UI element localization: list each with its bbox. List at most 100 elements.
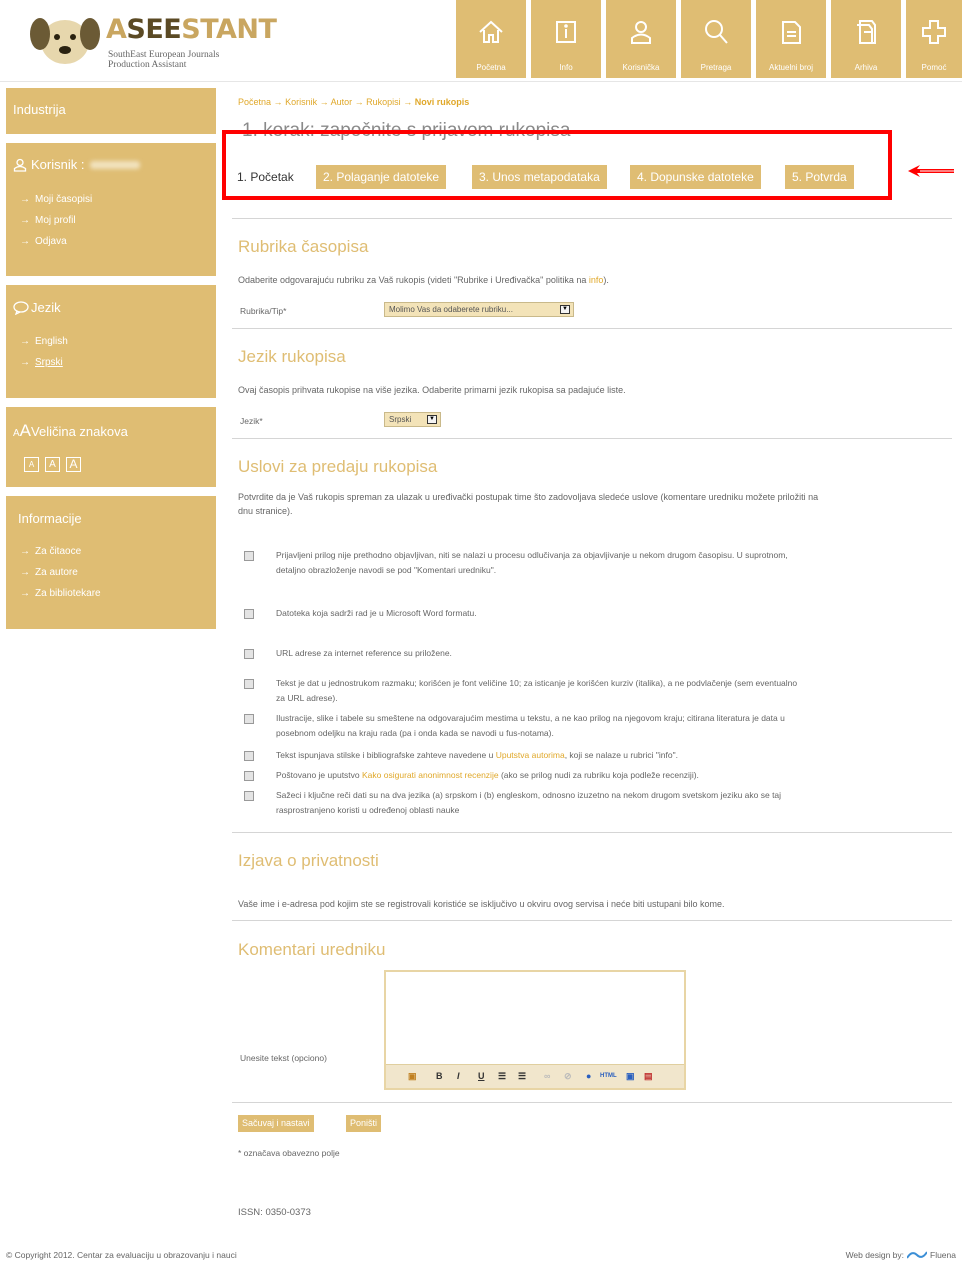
step-tab-5[interactable]: 5. Potvrda bbox=[785, 165, 854, 189]
comments-editor[interactable]: ▣ B I U ☰ ☰ ∞ ⊘ ● HTML ▣ ▤ bbox=[384, 970, 686, 1090]
underline-icon[interactable]: U bbox=[478, 1071, 485, 1081]
speech-bubble-icon bbox=[13, 300, 29, 315]
nav-current-issue[interactable]: Aktuelni broj bbox=[756, 0, 826, 78]
breadcrumb-current: Novi rukopis bbox=[414, 97, 470, 107]
link-icon[interactable]: ∞ bbox=[544, 1071, 550, 1081]
condition-1-text: Prijavljeni prilog nije prethodno objavl… bbox=[276, 550, 788, 575]
author-guidelines-link[interactable]: Uputstva autorima bbox=[496, 750, 565, 760]
search-icon bbox=[705, 20, 728, 44]
rubrika-label: Rubrika/Tip* bbox=[240, 306, 287, 316]
condition-4-text: Tekst je dat u jednostrukom razmaku; kor… bbox=[276, 678, 798, 703]
user-icon bbox=[13, 158, 27, 172]
help-icon[interactable]: ● bbox=[586, 1071, 591, 1081]
sidebar-link-my-journals[interactable]: → Moji časopisi bbox=[20, 194, 92, 205]
jezik-select[interactable]: Srpski ▼ bbox=[384, 412, 441, 427]
section-jezik-heading: Jezik rukopisa bbox=[238, 347, 346, 366]
nav-label: Pretraga bbox=[700, 63, 732, 72]
section-privatnost-text: Vaše ime i e-adresa pod kojim ste se reg… bbox=[238, 899, 725, 909]
username-blurred bbox=[90, 160, 141, 169]
chevron-down-icon: ▼ bbox=[560, 305, 570, 314]
section-uslovi-heading: Uslovi za predaju rukopisa bbox=[238, 457, 438, 476]
rubrika-select[interactable]: Molimo Vas da odaberete rubriku... ▼ bbox=[384, 302, 574, 317]
checkbox-condition-4[interactable] bbox=[244, 679, 254, 689]
sidebar-link-logout[interactable]: → Odjava bbox=[20, 236, 67, 247]
italic-icon[interactable]: I bbox=[457, 1071, 460, 1081]
checkbox-condition-8[interactable] bbox=[244, 791, 254, 801]
bullet-list-icon[interactable]: ☰ bbox=[498, 1071, 506, 1082]
divider bbox=[232, 328, 952, 329]
sidebar-info-title: Informacije bbox=[18, 511, 82, 526]
home-icon bbox=[479, 20, 503, 43]
step-tab-1[interactable]: 1. Početak bbox=[230, 165, 301, 189]
web-design-credit: Web design by: Fluena bbox=[845, 1250, 956, 1260]
step-tab-4[interactable]: 4. Dopunske datoteke bbox=[630, 165, 761, 189]
font-size-small[interactable]: A bbox=[24, 457, 39, 472]
section-uslovi-intro: Potvrdite da je Vaš rukopis spreman za u… bbox=[238, 492, 819, 516]
divider bbox=[232, 1102, 952, 1103]
checkbox-condition-5[interactable] bbox=[244, 714, 254, 724]
step-tab-2[interactable]: 2. Polaganje datoteke bbox=[316, 165, 447, 189]
sidebar-link-my-profile[interactable]: → Moj profil bbox=[20, 215, 76, 226]
footer: © Copyright 2012. Centar za evaluaciju u… bbox=[0, 1246, 962, 1265]
dog-logo-icon bbox=[30, 18, 100, 64]
main-nav: Početna Info Korisnička Pretraga Aktueln… bbox=[456, 0, 962, 78]
checkbox-condition-6[interactable] bbox=[244, 751, 254, 761]
step-tab-3[interactable]: 3. Unos metapodataka bbox=[472, 165, 607, 189]
section-rubrika-text: Odaberite odgovarajuću rubriku za Vaš ru… bbox=[238, 275, 609, 285]
fullscreen-icon[interactable]: ▤ bbox=[644, 1071, 653, 1082]
nav-label: Početna bbox=[476, 63, 506, 72]
sidebar-link-srpski[interactable]: → Srpski bbox=[20, 357, 63, 368]
checkbox-condition-3[interactable] bbox=[244, 649, 254, 659]
section-rubrika-heading: Rubrika časopisa bbox=[238, 237, 369, 256]
sidebar-link-authors[interactable]: → Za autore bbox=[20, 567, 78, 578]
divider bbox=[232, 218, 952, 219]
nav-info[interactable]: Info bbox=[531, 0, 601, 78]
nav-search[interactable]: Pretraga bbox=[681, 0, 751, 78]
breadcrumb-manuscripts[interactable]: Rukopisi bbox=[366, 97, 401, 107]
info-link[interactable]: info bbox=[589, 275, 604, 285]
breadcrumb-author[interactable]: Autor bbox=[331, 97, 353, 107]
archive-icon bbox=[857, 20, 876, 44]
condition-2-text: Datoteka koja sadrži rad je u Microsoft … bbox=[276, 608, 477, 618]
required-note: * označava obavezno polje bbox=[238, 1148, 340, 1158]
nav-label: Aktuelni broj bbox=[768, 63, 814, 72]
logo-subtitle: SouthEast European Journals Production A… bbox=[108, 50, 220, 70]
sidebar-link-english[interactable]: → English bbox=[20, 336, 68, 347]
fluena-link[interactable]: Fluena bbox=[930, 1250, 956, 1260]
nav-user[interactable]: Korisnička bbox=[606, 0, 676, 78]
section-privatnost-heading: Izjava o privatnosti bbox=[238, 851, 379, 870]
divider bbox=[232, 920, 952, 921]
comments-textarea[interactable] bbox=[386, 972, 684, 1064]
sidebar-link-readers[interactable]: → Za čitaoce bbox=[20, 546, 81, 557]
paste-icon[interactable]: ▣ bbox=[408, 1071, 417, 1082]
unlink-icon[interactable]: ⊘ bbox=[564, 1071, 572, 1082]
save-continue-button[interactable]: Sačuvaj i nastavi bbox=[238, 1115, 314, 1132]
cancel-button[interactable]: Poništi bbox=[346, 1115, 382, 1132]
sidebar-fontsize-box: AAVeličina znakova A A A bbox=[6, 407, 216, 487]
breadcrumb-user[interactable]: Korisnik bbox=[285, 97, 317, 107]
nav-home[interactable]: Početna bbox=[456, 0, 526, 78]
site-logo[interactable]: ASEESTANT SouthEast European Journals Pr… bbox=[30, 6, 290, 76]
font-size-large[interactable]: A bbox=[66, 457, 81, 472]
nav-label: Korisnička bbox=[622, 63, 660, 72]
checkbox-condition-1[interactable] bbox=[244, 551, 254, 561]
nav-label: Pomoć bbox=[921, 63, 947, 72]
info-icon bbox=[556, 21, 576, 43]
checkbox-condition-7[interactable] bbox=[244, 771, 254, 781]
numbered-list-icon[interactable]: ☰ bbox=[518, 1071, 526, 1082]
sidebar-language-title: Jezik bbox=[13, 300, 61, 315]
section-jezik-text: Ovaj časopis prihvata rukopise na više j… bbox=[238, 385, 626, 395]
breadcrumb: Početna → Korisnik → Autor → Rukopisi → … bbox=[238, 97, 470, 107]
font-size-medium[interactable]: A bbox=[45, 457, 60, 472]
breadcrumb-home[interactable]: Početna bbox=[238, 97, 271, 107]
sidebar-industry-box: Industrija bbox=[6, 88, 216, 134]
bold-icon[interactable]: B bbox=[436, 1071, 443, 1081]
condition-5-text: Ilustracije, slike i tabele su smeštene … bbox=[276, 713, 785, 738]
html-icon[interactable]: HTML bbox=[600, 1073, 617, 1079]
anonymity-guide-link[interactable]: Kako osigurati anonimnost recenzije bbox=[362, 770, 499, 780]
nav-archive[interactable]: Arhiva bbox=[831, 0, 901, 78]
nav-help[interactable]: Pomoć bbox=[906, 0, 962, 78]
image-icon[interactable]: ▣ bbox=[626, 1071, 635, 1082]
sidebar-link-librarians[interactable]: → Za bibliotekare bbox=[20, 588, 101, 599]
checkbox-condition-2[interactable] bbox=[244, 609, 254, 619]
